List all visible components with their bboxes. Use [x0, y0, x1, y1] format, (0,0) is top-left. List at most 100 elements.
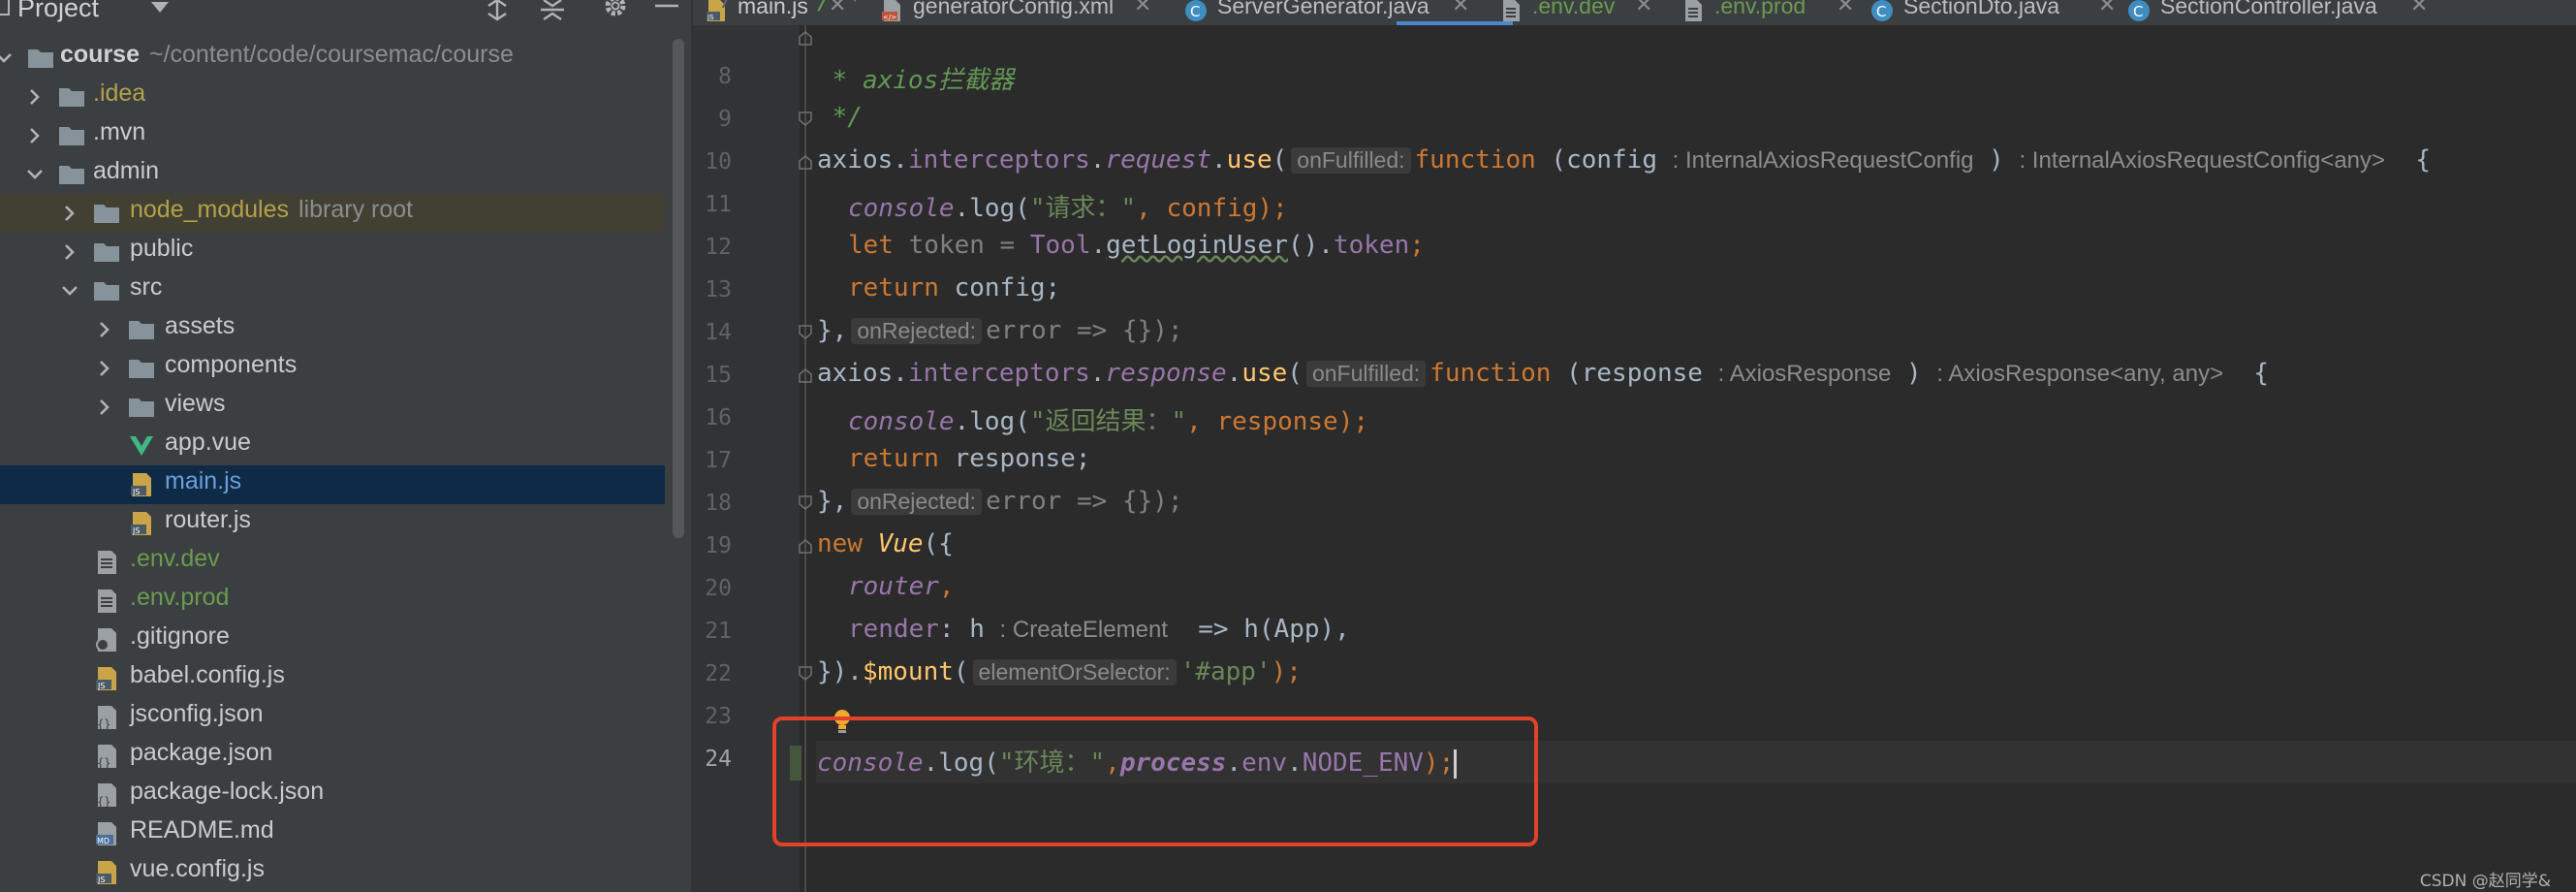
- code-line-13[interactable]: return config;: [848, 273, 1060, 303]
- project-title[interactable]: Project: [17, 0, 99, 23]
- tree-item-label: course: [60, 41, 140, 68]
- chevron-right-icon[interactable]: [95, 320, 114, 339]
- tab-generator-config[interactable]: </> generatorConfig.xml ✕: [880, 0, 1161, 24]
- chevron-down-icon[interactable]: [0, 48, 14, 68]
- tree-item-assets[interactable]: assets: [0, 310, 665, 349]
- chevron-down-icon[interactable]: [25, 165, 45, 184]
- code-line-14[interactable]: }, onRejected: error => {});: [817, 316, 1183, 345]
- tree-item-admin[interactable]: admin: [0, 155, 665, 194]
- code-line-21[interactable]: render: h : CreateElement => h(App),: [848, 615, 1350, 644]
- svg-text:{}: {}: [97, 717, 110, 731]
- code-token: axios: [817, 359, 894, 388]
- tree-item-env-dev[interactable]: .env.dev: [0, 543, 665, 582]
- code-token: console: [848, 407, 955, 436]
- chevron-right-icon[interactable]: [25, 87, 45, 107]
- close-icon[interactable]: ✕: [1134, 0, 1151, 17]
- tree-item-views[interactable]: views: [0, 388, 665, 427]
- gear-icon[interactable]: [601, 0, 630, 23]
- code-token: ({: [923, 529, 954, 558]
- code-line-8[interactable]: * axios拦截器: [817, 60, 1015, 96]
- svg-text:C: C: [1190, 3, 1200, 20]
- tab-section-controller[interactable]: C SectionController.java ✕: [2127, 0, 2457, 24]
- code-line-19[interactable]: new Vue({: [817, 529, 954, 558]
- tree-item-src[interactable]: src: [0, 271, 665, 310]
- text-file-icon: [98, 551, 116, 574]
- tree-item-label: components: [165, 351, 298, 378]
- fold-marker-icon[interactable]: [797, 494, 814, 512]
- code-line-15[interactable]: axios.interceptors.response.use(onFulfil…: [817, 359, 2269, 388]
- code-token: .: [893, 145, 908, 175]
- code-token: .: [1089, 359, 1106, 388]
- tree-item-components[interactable]: components: [0, 349, 665, 388]
- tab-section-dto[interactable]: C SectionDto.java ✕: [1870, 0, 2122, 24]
- tab-env-prod[interactable]: .env.prod ✕: [1681, 0, 1866, 24]
- tree-item-package-lock[interactable]: {} package-lock.json: [0, 776, 665, 814]
- chevron-right-icon[interactable]: [95, 359, 114, 378]
- tree-item-path: ~/content/code/coursemac/course: [148, 41, 514, 68]
- minimize-icon[interactable]: [652, 0, 681, 23]
- close-icon[interactable]: ✕: [2098, 0, 2116, 17]
- code-token: token =: [893, 231, 1030, 260]
- tree-item-node-modules[interactable]: node_modules library root: [0, 194, 665, 233]
- tree-item-vue-config[interactable]: JS vue.config.js: [0, 853, 665, 892]
- expand-all-icon[interactable]: [483, 0, 512, 23]
- tree-item-label: assets: [165, 312, 236, 339]
- code-line-16[interactable]: console.log("返回结果：", response);: [848, 401, 1368, 437]
- code-line-10[interactable]: axios.interceptors.request.use(onFulfill…: [817, 145, 2431, 175]
- fold-marker-icon[interactable]: [797, 111, 814, 128]
- code-line-9[interactable]: */: [817, 103, 863, 132]
- fold-marker-icon[interactable]: [797, 665, 814, 683]
- svg-text:JS: JS: [132, 526, 140, 535]
- vue-file-icon: [130, 436, 153, 456]
- code-line-20[interactable]: router,: [848, 572, 955, 601]
- code-token: );: [1271, 657, 1302, 686]
- fold-marker-icon[interactable]: [797, 29, 814, 47]
- fold-marker-icon[interactable]: [797, 366, 814, 384]
- tree-item-label: main.js: [165, 467, 242, 494]
- code-token: console: [848, 194, 955, 223]
- tree-item-package-json[interactable]: {} package.json: [0, 737, 665, 776]
- close-icon[interactable]: ✕: [2410, 0, 2428, 17]
- tree-item-router-js[interactable]: JS router.js: [0, 504, 665, 543]
- code-line-18[interactable]: }, onRejected: error => {});: [817, 487, 1183, 516]
- svg-text:MD: MD: [97, 837, 110, 845]
- chevron-right-icon[interactable]: [60, 204, 79, 223]
- collapse-all-icon[interactable]: [538, 0, 567, 23]
- code-line-7[interactable]: /**: [817, 0, 863, 16]
- tab-label: SectionDto.java: [1903, 0, 2060, 18]
- fold-marker-icon[interactable]: [797, 153, 814, 171]
- code-token: router: [848, 572, 939, 601]
- sidebar-scrollbar[interactable]: [673, 39, 684, 538]
- close-icon[interactable]: ✕: [1837, 0, 1854, 17]
- code-token: .: [1226, 359, 1242, 388]
- code-token: Vue: [862, 529, 924, 558]
- tree-item-env-prod[interactable]: .env.prod: [0, 582, 665, 621]
- code-line-17[interactable]: return response;: [848, 444, 1090, 473]
- tree-item-gitignore[interactable]: .gitignore: [0, 621, 665, 659]
- tree-item-app-vue[interactable]: app.vue: [0, 427, 665, 465]
- tree-item-jsconfig[interactable]: {} jsconfig.json: [0, 698, 665, 737]
- tree-item-public[interactable]: public: [0, 233, 665, 271]
- code-line-11[interactable]: console.log("请求：", config);: [848, 188, 1288, 224]
- chevron-right-icon[interactable]: [25, 126, 45, 145]
- tree-item-label: src: [130, 273, 163, 301]
- chevron-down-icon[interactable]: [60, 281, 79, 301]
- tree-item-babel-config[interactable]: JS babel.config.js: [0, 659, 665, 698]
- tab-env-dev[interactable]: .env.dev ✕: [1499, 0, 1664, 24]
- tree-item-course[interactable]: course ~/content/code/coursemac/course: [0, 39, 665, 78]
- fold-marker-icon[interactable]: [797, 537, 814, 555]
- js-file-icon: JS: [131, 512, 151, 535]
- folder-icon: [129, 360, 154, 378]
- chevron-down-icon[interactable]: [151, 2, 169, 13]
- tree-item-readme[interactable]: MD README.md: [0, 814, 665, 853]
- code-line-12[interactable]: let token = Tool.getLoginUser().token;: [848, 231, 1425, 260]
- chevron-right-icon[interactable]: [95, 398, 114, 417]
- fold-marker-icon[interactable]: [797, 324, 814, 341]
- close-icon[interactable]: ✕: [1452, 0, 1469, 17]
- tree-item-mvn[interactable]: .mvn: [0, 116, 665, 155]
- chevron-right-icon[interactable]: [60, 242, 79, 262]
- tree-item-idea[interactable]: .idea: [0, 78, 665, 116]
- tree-item-main-js[interactable]: JS main.js: [0, 465, 665, 504]
- close-icon[interactable]: ✕: [1635, 0, 1652, 17]
- code-line-22[interactable]: }).$mount(elementOrSelector: '#app');: [817, 657, 1302, 686]
